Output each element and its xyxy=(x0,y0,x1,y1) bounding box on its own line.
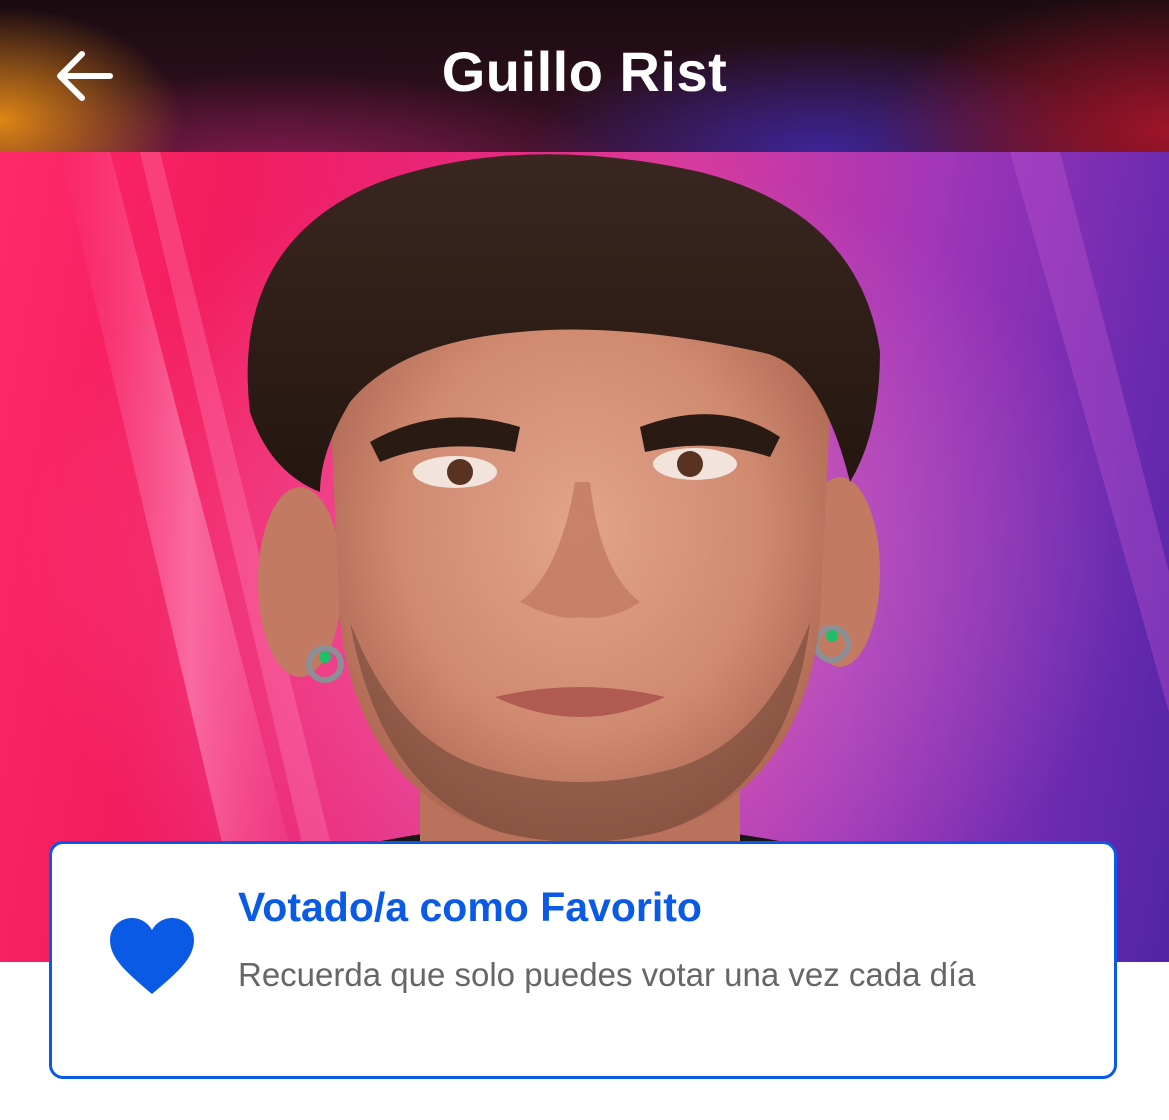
vote-status-card: Votado/a como Favorito Recuerda que solo… xyxy=(49,841,1117,1079)
contestant-page: Guillo Rist Votado/a como Favorito Recue… xyxy=(0,0,1169,1120)
vote-status-message: Recuerda que solo puedes votar una vez c… xyxy=(238,956,976,993)
vote-status-title: Votado/a como Favorito xyxy=(238,884,702,930)
page-title: Guillo Rist xyxy=(441,40,728,103)
app-header: Guillo Rist xyxy=(0,0,1169,152)
heart-icon xyxy=(110,918,194,994)
